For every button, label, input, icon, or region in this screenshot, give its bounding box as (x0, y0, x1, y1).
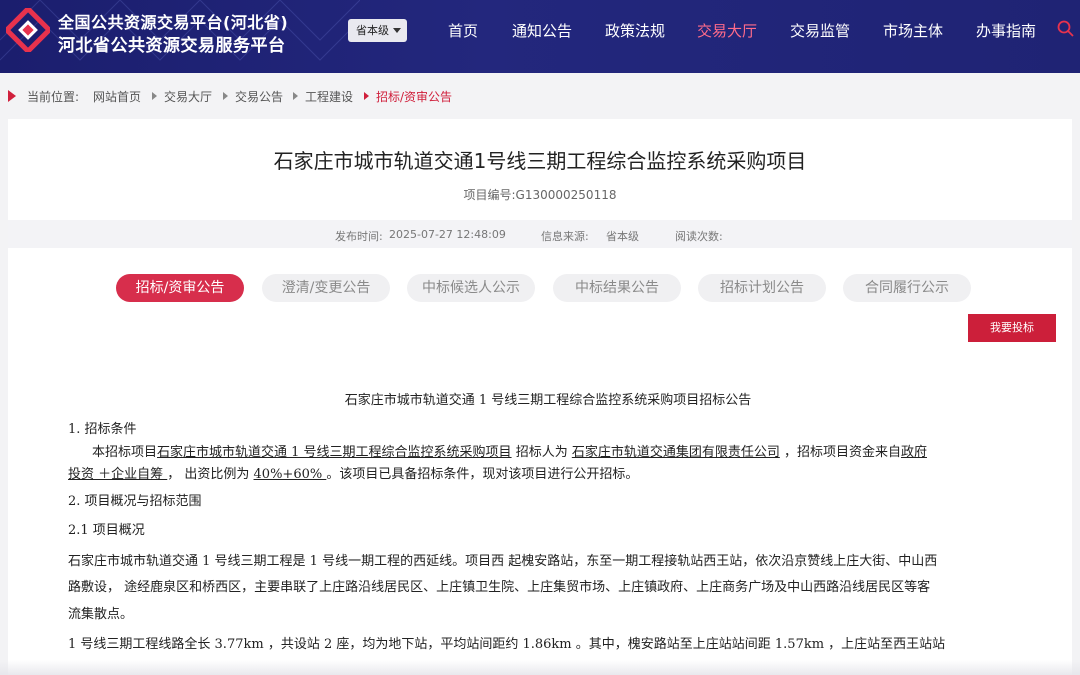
nav-notices[interactable]: 通知公告 (512, 20, 572, 41)
location-arrow-icon (8, 90, 16, 102)
tab-bid-announcement[interactable]: 招标/资审公告 (116, 274, 244, 302)
tab-contract[interactable]: 合同履行公示 (843, 274, 971, 302)
fund-ratio: 40%+60% (253, 467, 327, 482)
paragraph-3-line1: 1 号线三期工程线路全长 3.77km ，共设站 2 座，均为地下站，平均站间距… (68, 637, 946, 652)
announcement-card: 石家庄市城市轨道交通1号线三期工程综合监控系统采购项目 项目编号:G130000… (8, 119, 1072, 675)
paragraph-2-line1: 石家庄市城市轨道交通 1 号线三期工程是 1 号线一期工程的西延线。项目西 起槐… (68, 554, 938, 569)
site-header: 全国公共资源交易平台(河北省) 河北省公共资源交易服务平台 省本级 首页 通知公… (0, 0, 1080, 73)
tab-plan[interactable]: 招标计划公告 (698, 274, 826, 302)
breadcrumb: 当前位置: 网站首页 交易大厅 交易公告 工程建设 招标/资审公告 (0, 84, 1080, 108)
paragraph-1-line1: 本招标项目石家庄市城市轨道交通 1 号线三期工程综合监控系统采购项目 招标人为 … (92, 445, 927, 460)
paragraph-2-line2: 路敷设， 途经鹿泉区和桥西区，主要串联了上庄路沿线居民区、上庄镇卫生院、上庄集贸… (68, 580, 931, 595)
submit-bid-button[interactable]: 我要投标 (968, 314, 1056, 342)
nav-guide[interactable]: 办事指南 (976, 20, 1036, 41)
tab-result[interactable]: 中标结果公告 (553, 274, 681, 302)
chevron-right-icon (223, 92, 228, 100)
section-2-heading: 2. 项目概况与招标范围 (68, 494, 202, 509)
project-number: 项目编号:G130000250118 (463, 188, 617, 202)
fund-source-cont: 投资 ＋企业自筹 (68, 467, 168, 482)
chevron-right-icon (293, 92, 298, 100)
meta-bar: 发布时间: 2025-07-27 12:48:09 信息来源: 省本级 阅读次数… (8, 220, 1072, 248)
caret-down-icon (393, 28, 401, 33)
breadcrumb-home[interactable]: 网站首页 (93, 88, 141, 105)
page-title: 石家庄市城市轨道交通1号线三期工程综合监控系统采购项目 (273, 149, 807, 173)
chevron-right-icon (364, 92, 369, 100)
nav-supervision[interactable]: 交易监管 (790, 20, 850, 41)
tab-candidates[interactable]: 中标候选人公示 (407, 274, 535, 302)
project-name: 石家庄市城市轨道交通 1 号线三期工程综合监控系统采购项目 (157, 445, 512, 460)
section-2-1-heading: 2.1 项目概况 (68, 523, 145, 538)
source-value: 省本级 (606, 230, 639, 243)
level-select-value: 省本级 (356, 24, 389, 37)
reads-label: 阅读次数: (675, 230, 723, 243)
breadcrumb-trading-hall[interactable]: 交易大厅 (164, 88, 212, 105)
section-1-heading: 1. 招标条件 (68, 422, 137, 437)
fund-source: 政府 (900, 445, 927, 460)
logo-icon[interactable] (6, 8, 50, 52)
site-title-line1: 全国公共资源交易平台(河北省) (58, 13, 289, 32)
paragraph-2-line3: 流集散点。 (68, 607, 134, 622)
breadcrumb-construction[interactable]: 工程建设 (305, 88, 353, 105)
publish-time: 2025-07-27 12:48:09 (389, 228, 506, 241)
source-label: 信息来源: (541, 230, 589, 243)
breadcrumb-current: 招标/资审公告 (376, 90, 453, 104)
breadcrumb-prefix: 当前位置: (27, 90, 80, 104)
nav-trading-hall[interactable]: 交易大厅 (697, 20, 757, 41)
chevron-right-icon (152, 92, 157, 100)
tab-clarification[interactable]: 澄清/变更公告 (262, 274, 390, 302)
nav-policies[interactable]: 政策法规 (605, 20, 665, 41)
paragraph-1-line2: 投资 ＋企业自筹 ， 出资比例为 40%+60% 。该项目已具备招标条件，现对该… (68, 467, 639, 482)
breadcrumb-announcements[interactable]: 交易公告 (235, 88, 283, 105)
level-select[interactable]: 省本级 (348, 19, 407, 42)
nav-home[interactable]: 首页 (448, 20, 478, 41)
site-title-line2: 河北省公共资源交易服务平台 (58, 36, 286, 56)
publish-label: 发布时间: (335, 230, 383, 243)
announcement-title: 石家庄市城市轨道交通 1 号线三期工程综合监控系统采购项目招标公告 (344, 393, 752, 408)
bottom-fade (0, 660, 1080, 675)
search-icon[interactable] (1057, 20, 1074, 37)
nav-market-entities[interactable]: 市场主体 (883, 20, 943, 41)
tenderer-name: 石家庄市轨道交通集团有限责任公司 (571, 445, 780, 460)
